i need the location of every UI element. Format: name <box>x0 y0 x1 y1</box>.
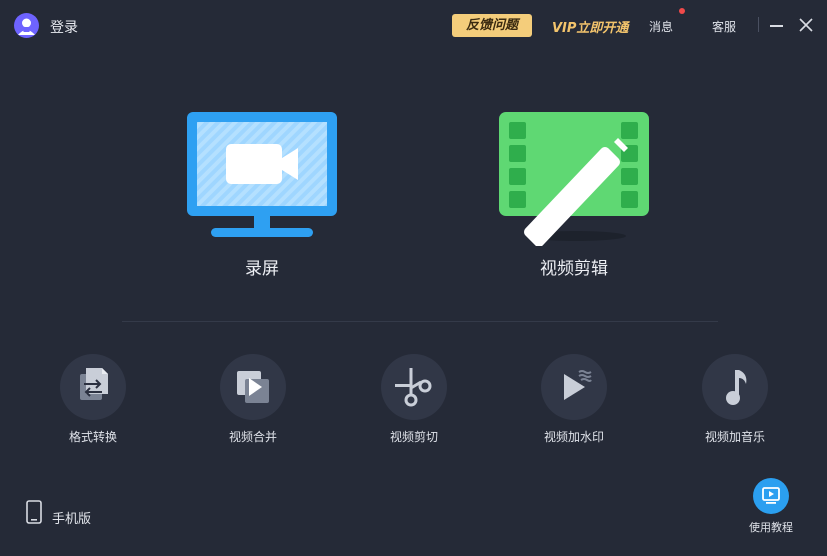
tool-add-music[interactable]: 视频加音乐 <box>680 354 790 445</box>
tutorial-play-icon <box>753 478 789 514</box>
close-icon[interactable] <box>798 17 814 33</box>
avatar-icon[interactable] <box>14 13 39 38</box>
screen-record-card[interactable]: 录屏 <box>186 112 338 282</box>
feedback-button[interactable]: 反馈问题 <box>452 14 532 37</box>
tool-label: 视频合并 <box>228 430 277 444</box>
tutorial-label: 使用教程 <box>749 521 793 534</box>
phone-icon <box>26 500 42 524</box>
title-bar: 登录 反馈问题 VIP立即开通 消息 客服 <box>0 0 827 52</box>
watermark-icon <box>541 354 607 420</box>
tool-label: 视频加水印 <box>543 430 604 444</box>
screen-record-label: 录屏 <box>245 259 279 279</box>
tool-label: 视频加音乐 <box>704 430 765 444</box>
music-note-icon <box>702 354 768 420</box>
tool-label: 格式转换 <box>68 430 117 444</box>
video-merge-icon <box>220 354 286 420</box>
customer-service-button[interactable]: 客服 <box>712 18 736 35</box>
scissors-icon <box>381 354 447 420</box>
messages-button[interactable]: 消息 <box>649 18 673 35</box>
tutorial-button[interactable]: 使用教程 <box>745 478 797 535</box>
login-link[interactable]: 登录 <box>50 17 78 37</box>
tool-format-convert[interactable]: 格式转换 <box>38 354 148 445</box>
mobile-version-label: 手机版 <box>52 512 92 527</box>
tool-video-cut[interactable]: 视频剪切 <box>359 354 469 445</box>
video-edit-card[interactable]: 视频剪辑 <box>488 112 660 282</box>
film-pen-icon <box>499 112 649 246</box>
monitor-camera-icon <box>187 112 337 237</box>
notification-dot <box>679 8 685 14</box>
video-edit-label: 视频剪辑 <box>540 259 608 279</box>
titlebar-divider <box>758 17 759 32</box>
section-divider <box>122 321 718 322</box>
vip-activate-link[interactable]: VIP立即开通 <box>552 17 628 36</box>
tool-watermark[interactable]: 视频加水印 <box>519 354 629 445</box>
tool-label: 视频剪切 <box>389 430 438 444</box>
format-convert-icon <box>60 354 126 420</box>
minimize-icon[interactable] <box>769 17 785 33</box>
tool-video-merge[interactable]: 视频合并 <box>198 354 308 445</box>
